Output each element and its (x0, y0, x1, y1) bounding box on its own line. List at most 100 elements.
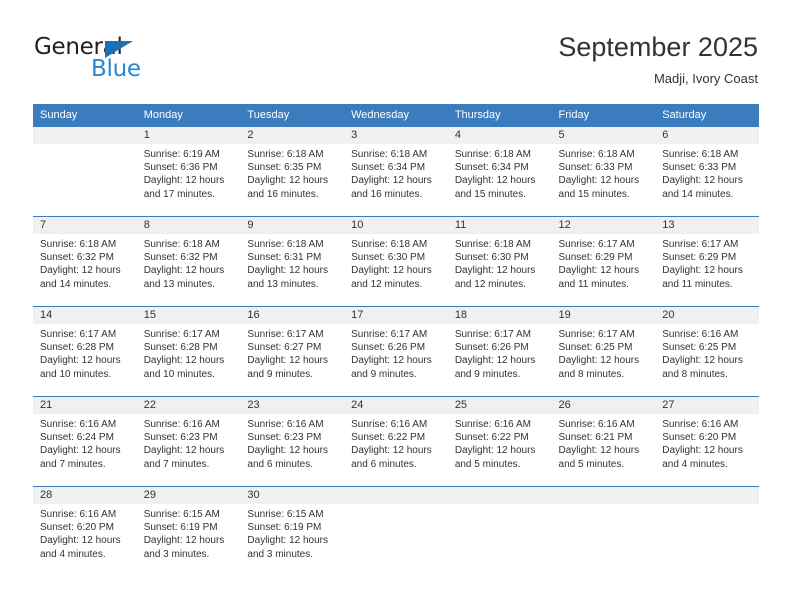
sunrise-text: Sunrise: 6:16 AM (40, 419, 117, 430)
calendar-day-cell[interactable]: 20 Sunrise: 6:16 AM Sunset: 6:25 PM Dayligh… (655, 306, 759, 397)
calendar-day-cell[interactable]: 28 Sunrise: 6:16 AM Sunset: 6:20 PM Dayligh… (33, 486, 137, 576)
calendar-day-cell[interactable]: 10 Sunrise: 6:18 AM Sunset: 6:30 PM Dayligh… (344, 216, 448, 307)
calendar-day-cell[interactable]: 4 Sunrise: 6:18 AM Sunset: 6:34 PM Daylight… (447, 126, 552, 217)
calendar-day-cell[interactable]: 21 Sunrise: 6:16 AM Sunset: 6:24 PM Dayligh… (33, 396, 137, 487)
sunrise-text: Sunrise: 6:18 AM (662, 149, 739, 160)
day-number: 20 (655, 307, 759, 324)
weekday-header-wednesday: Wednesday (344, 104, 448, 127)
daylight-text: Daylight: 12 hours and 13 minutes. (247, 265, 329, 290)
sunset-text: Sunset: 6:26 PM (454, 342, 529, 354)
sunset-text: Sunset: 6:28 PM (143, 342, 218, 354)
sunrise-text: Sunrise: 6:18 AM (247, 239, 324, 250)
calendar-day-cell[interactable]: 18 Sunrise: 6:17 AM Sunset: 6:26 PM Dayligh… (447, 306, 552, 397)
day-number: 27 (655, 397, 759, 414)
sunset-text: Sunset: 6:33 PM (662, 162, 737, 174)
day-number (344, 487, 448, 504)
calendar-cell-empty (447, 486, 552, 576)
daylight-text: Daylight: 12 hours and 9 minutes. (454, 355, 536, 380)
daylight-text: Daylight: 12 hours and 12 minutes. (454, 265, 536, 290)
day-number: 8 (136, 217, 241, 234)
sunrise-text: Sunrise: 6:17 AM (351, 329, 428, 340)
calendar-week-row: 1 Sunrise: 6:19 AM Sunset: 6:36 PM Daylight… (33, 126, 759, 217)
day-number: 12 (551, 217, 656, 234)
day-number: 17 (344, 307, 448, 324)
sunset-text: Sunset: 6:34 PM (454, 162, 529, 174)
day-number: 23 (240, 397, 345, 414)
day-details: Sunrise: 6:16 AM Sunset: 6:21 PM Daylight:… (552, 414, 656, 471)
calendar-day-cell[interactable]: 5 Sunrise: 6:18 AM Sunset: 6:33 PM Daylight… (551, 126, 656, 217)
sunset-text: Sunset: 6:29 PM (558, 252, 633, 264)
sunrise-text: Sunrise: 6:17 AM (558, 329, 635, 340)
calendar-day-cell[interactable]: 16 Sunrise: 6:17 AM Sunset: 6:27 PM Dayligh… (240, 306, 345, 397)
day-details: Sunrise: 6:17 AM Sunset: 6:29 PM Daylight:… (655, 234, 759, 291)
day-details: Sunrise: 6:18 AM Sunset: 6:31 PM Daylight:… (240, 234, 344, 291)
sunrise-text: Sunrise: 6:16 AM (558, 419, 635, 430)
calendar-day-cell[interactable]: 25 Sunrise: 6:16 AM Sunset: 6:22 PM Dayligh… (447, 396, 552, 487)
day-number: 13 (655, 217, 759, 234)
calendar-day-cell[interactable]: 17 Sunrise: 6:17 AM Sunset: 6:26 PM Dayligh… (344, 306, 448, 397)
sunset-text: Sunset: 6:32 PM (143, 252, 218, 264)
daylight-text: Daylight: 12 hours and 11 minutes. (662, 265, 743, 290)
sunset-text: Sunset: 6:20 PM (40, 522, 114, 534)
daylight-text: Daylight: 12 hours and 5 minutes. (454, 445, 536, 470)
sunset-text: Sunset: 6:19 PM (143, 522, 218, 534)
day-details: Sunrise: 6:16 AM Sunset: 6:23 PM Daylight:… (137, 414, 241, 471)
sunset-text: Sunset: 6:23 PM (247, 432, 322, 444)
sunrise-text: Sunrise: 6:18 AM (40, 239, 117, 250)
sunset-text: Sunset: 6:21 PM (558, 432, 633, 444)
day-number (655, 487, 759, 504)
day-details: Sunrise: 6:16 AM Sunset: 6:20 PM Daylight:… (33, 504, 137, 561)
sunset-text: Sunset: 6:30 PM (454, 252, 529, 264)
calendar-day-cell[interactable]: 22 Sunrise: 6:16 AM Sunset: 6:23 PM Dayligh… (136, 396, 241, 487)
calendar-day-cell[interactable]: 19 Sunrise: 6:17 AM Sunset: 6:25 PM Dayligh… (551, 306, 656, 397)
page-subtitle: Madji, Ivory Coast (653, 71, 758, 86)
sunset-text: Sunset: 6:22 PM (351, 432, 426, 444)
calendar-day-cell[interactable]: 13 Sunrise: 6:17 AM Sunset: 6:29 PM Dayligh… (655, 216, 759, 307)
calendar-day-cell[interactable]: 14 Sunrise: 6:17 AM Sunset: 6:28 PM Dayligh… (33, 306, 137, 397)
calendar-day-cell[interactable]: 1 Sunrise: 6:19 AM Sunset: 6:36 PM Daylight… (136, 126, 241, 217)
calendar-day-cell[interactable]: 30 Sunrise: 6:15 AM Sunset: 6:19 PM Dayligh… (240, 486, 345, 576)
daylight-text: Daylight: 12 hours and 9 minutes. (247, 355, 329, 380)
sunset-text: Sunset: 6:27 PM (247, 342, 322, 354)
calendar-cell-empty (655, 486, 759, 576)
daylight-text: Daylight: 12 hours and 10 minutes. (143, 355, 225, 380)
calendar-cell-empty (33, 126, 137, 217)
calendar-day-cell[interactable]: 2 Sunrise: 6:18 AM Sunset: 6:35 PM Daylight… (240, 126, 345, 217)
daylight-text: Daylight: 12 hours and 9 minutes. (351, 355, 432, 380)
sunset-text: Sunset: 6:34 PM (351, 162, 426, 174)
calendar-day-cell[interactable]: 7 Sunrise: 6:18 AM Sunset: 6:32 PM Daylight… (33, 216, 137, 307)
sunrise-text: Sunrise: 6:17 AM (662, 239, 739, 250)
calendar-day-cell[interactable]: 24 Sunrise: 6:16 AM Sunset: 6:22 PM Dayligh… (344, 396, 448, 487)
daylight-text: Daylight: 12 hours and 10 minutes. (40, 355, 121, 380)
calendar-day-cell[interactable]: 8 Sunrise: 6:18 AM Sunset: 6:32 PM Daylight… (136, 216, 241, 307)
day-number: 30 (240, 487, 345, 504)
calendar-day-cell[interactable]: 9 Sunrise: 6:18 AM Sunset: 6:31 PM Daylight… (240, 216, 345, 307)
calendar-day-cell[interactable]: 6 Sunrise: 6:18 AM Sunset: 6:33 PM Daylight… (655, 126, 759, 217)
calendar-day-cell[interactable]: 27 Sunrise: 6:16 AM Sunset: 6:20 PM Dayligh… (655, 396, 759, 487)
day-number: 11 (447, 217, 552, 234)
calendar-day-cell[interactable]: 26 Sunrise: 6:16 AM Sunset: 6:21 PM Dayligh… (551, 396, 656, 487)
calendar-body: 1 Sunrise: 6:19 AM Sunset: 6:36 PM Daylight… (33, 126, 759, 576)
calendar-day-cell[interactable]: 12 Sunrise: 6:17 AM Sunset: 6:29 PM Dayligh… (551, 216, 656, 307)
day-number: 2 (240, 127, 345, 144)
sunrise-text: Sunrise: 6:18 AM (247, 149, 324, 160)
daylight-text: Daylight: 12 hours and 4 minutes. (662, 445, 743, 470)
day-number: 10 (344, 217, 448, 234)
calendar-week-row: 14 Sunrise: 6:17 AM Sunset: 6:28 PM Dayligh… (33, 306, 759, 397)
calendar-day-cell[interactable]: 15 Sunrise: 6:17 AM Sunset: 6:28 PM Dayligh… (136, 306, 241, 397)
calendar-day-cell[interactable]: 11 Sunrise: 6:18 AM Sunset: 6:30 PM Dayligh… (447, 216, 552, 307)
calendar-day-cell[interactable]: 29 Sunrise: 6:15 AM Sunset: 6:19 PM Dayligh… (136, 486, 241, 576)
day-details: Sunrise: 6:18 AM Sunset: 6:30 PM Daylight:… (344, 234, 448, 291)
calendar-day-cell[interactable]: 3 Sunrise: 6:18 AM Sunset: 6:34 PM Daylight… (344, 126, 448, 217)
sunrise-text: Sunrise: 6:17 AM (454, 329, 531, 340)
weekday-header-tuesday: Tuesday (240, 104, 345, 127)
general-blue-logo[interactable]: General Blue (34, 36, 224, 86)
calendar-day-cell[interactable]: 23 Sunrise: 6:16 AM Sunset: 6:23 PM Dayligh… (240, 396, 345, 487)
calendar-week-row: 28 Sunrise: 6:16 AM Sunset: 6:20 PM Dayligh… (33, 486, 759, 576)
daylight-text: Daylight: 12 hours and 15 minutes. (558, 175, 640, 200)
day-number: 4 (447, 127, 552, 144)
title-block: September 2025 Madji, Ivory Coast (558, 30, 758, 87)
logo-text-blue: Blue (91, 56, 141, 82)
sunrise-text: Sunrise: 6:17 AM (143, 329, 220, 340)
daylight-text: Daylight: 12 hours and 14 minutes. (662, 175, 743, 200)
